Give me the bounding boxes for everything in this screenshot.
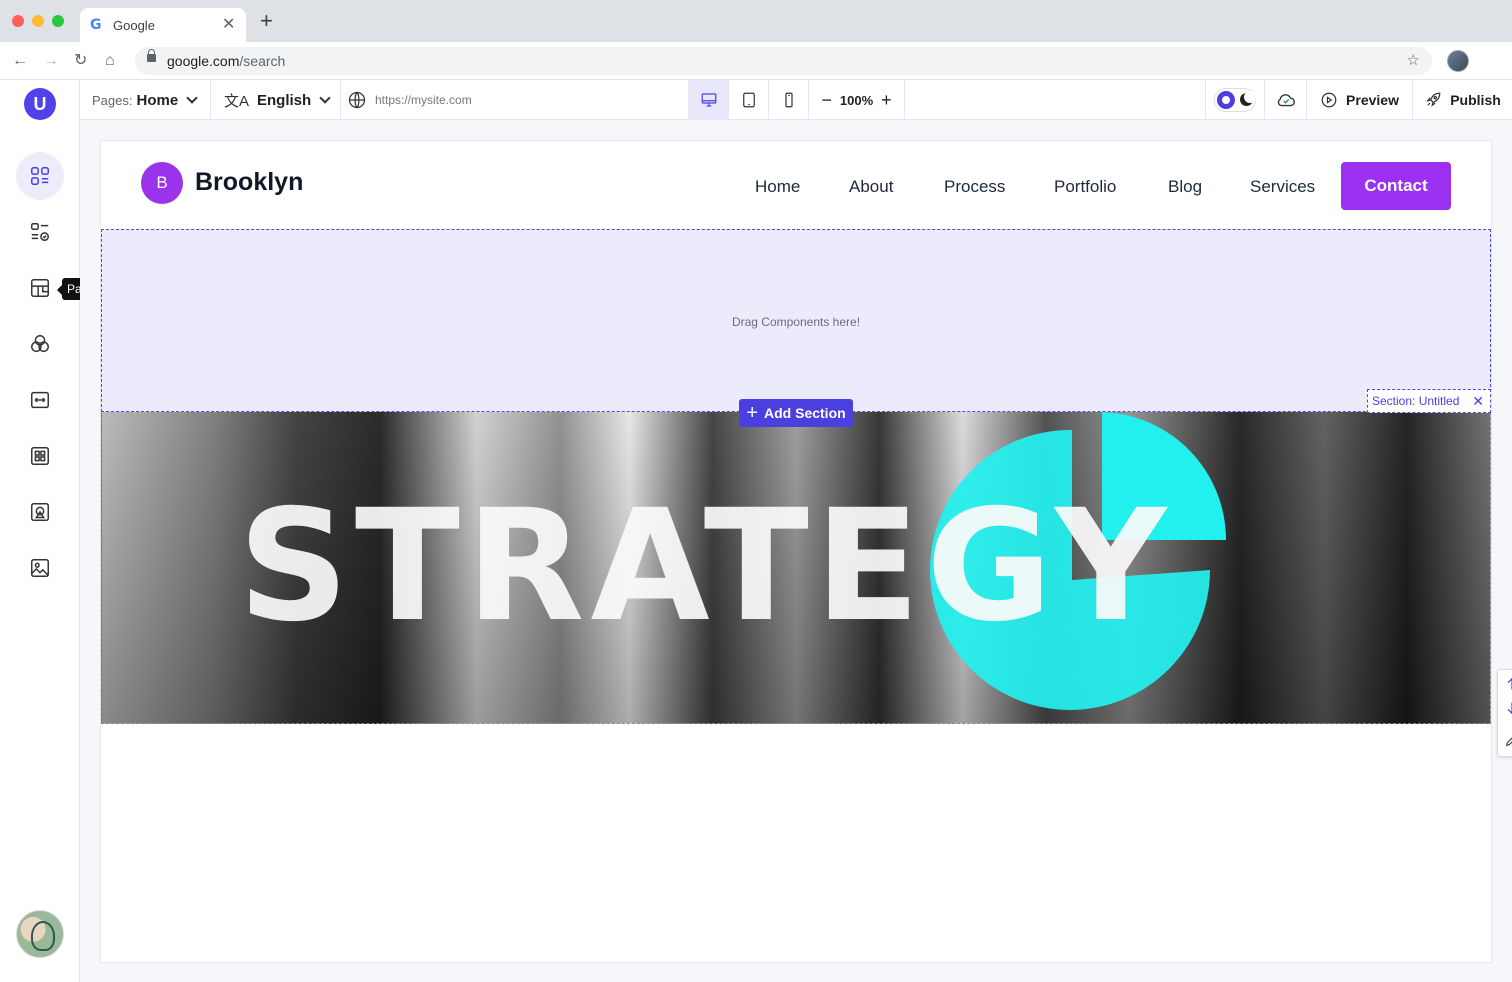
reload-icon[interactable]: ↻ bbox=[74, 51, 87, 71]
site-name[interactable]: Brooklyn bbox=[195, 168, 303, 197]
mobile-icon bbox=[784, 92, 793, 108]
nav-link-portfolio[interactable]: Portfolio bbox=[1054, 177, 1116, 197]
maximize-window-button[interactable] bbox=[52, 15, 64, 27]
widgets-icon bbox=[31, 447, 49, 465]
drop-zone-text: Drag Components here! bbox=[731, 315, 861, 329]
editor-toolbar: Pages: Home 文A English https://mysite.co… bbox=[80, 80, 1512, 120]
lock-icon bbox=[147, 49, 156, 62]
components-icon bbox=[31, 223, 49, 241]
pages-dropdown[interactable]: Pages: Home bbox=[80, 80, 211, 120]
browser-profile-avatar[interactable] bbox=[1447, 50, 1469, 72]
language-dropdown[interactable]: 文A English bbox=[211, 80, 341, 120]
publish-button[interactable]: Publish bbox=[1413, 80, 1512, 120]
minimize-window-button[interactable] bbox=[32, 15, 44, 27]
url-input[interactable]: google.com/search ☆ bbox=[135, 47, 1432, 75]
move-down-icon[interactable] bbox=[1504, 700, 1512, 716]
cloud-check-icon bbox=[1277, 94, 1295, 107]
close-tab-icon[interactable]: ✕ bbox=[222, 14, 235, 34]
page-canvas: B Brooklyn Home About Process Portfolio … bbox=[100, 140, 1512, 963]
back-icon[interactable]: ← bbox=[12, 51, 28, 71]
tablet-view-button[interactable] bbox=[729, 80, 769, 120]
nav-link-home[interactable]: Home bbox=[755, 177, 800, 197]
components-button[interactable] bbox=[16, 208, 64, 256]
section-side-toolbar bbox=[1497, 669, 1512, 757]
globe-icon bbox=[348, 91, 366, 109]
rocket-icon bbox=[1426, 92, 1441, 107]
contact-button[interactable]: Contact bbox=[1341, 162, 1451, 210]
spacing-button[interactable] bbox=[16, 376, 64, 424]
add-section-button[interactable]: + Add Section bbox=[739, 399, 853, 427]
media-shapes-button[interactable] bbox=[16, 488, 64, 536]
new-tab-icon[interactable]: + bbox=[260, 10, 273, 32]
zoom-control: − 100% + bbox=[809, 80, 905, 120]
zoom-value: 100% bbox=[839, 92, 874, 108]
publish-label: Publish bbox=[1450, 92, 1501, 108]
browser-tab-strip: G Google ✕ + bbox=[0, 0, 1512, 42]
site-url-field[interactable]: https://mysite.com bbox=[341, 80, 689, 120]
browser-tab[interactable]: G Google ✕ bbox=[80, 8, 246, 42]
tablet-icon bbox=[742, 92, 755, 108]
move-up-icon[interactable] bbox=[1504, 676, 1512, 692]
address-bar-row: ← → ↻ ⌂ google.com/search ☆ ⋮ bbox=[0, 42, 1512, 112]
home-icon[interactable]: ⌂ bbox=[105, 51, 115, 71]
tab-title: Google bbox=[113, 18, 155, 33]
add-section-label: Add Section bbox=[764, 405, 846, 421]
zoom-in-icon[interactable]: + bbox=[881, 90, 892, 111]
chevron-down-icon bbox=[186, 92, 198, 104]
site-url-text: https://mysite.com bbox=[375, 93, 472, 107]
chevron-down-icon bbox=[319, 92, 331, 104]
section-label-text: Section: Untitled bbox=[1372, 394, 1460, 408]
spacing-icon bbox=[31, 391, 49, 409]
hero-heading: STRATEGY bbox=[238, 477, 1173, 656]
nav-link-services[interactable]: Services bbox=[1250, 177, 1315, 197]
section-label-tag[interactable]: Section: Untitled ✕ bbox=[1367, 389, 1491, 413]
editor-workspace: B Brooklyn Home About Process Portfolio … bbox=[80, 120, 1512, 982]
pages-dropdown-label: Pages: bbox=[92, 92, 133, 108]
editor-sidebar: U Pages bbox=[0, 80, 107, 982]
styles-button[interactable] bbox=[16, 320, 64, 368]
bookmark-star-icon[interactable]: ☆ bbox=[1407, 51, 1420, 69]
preview-label: Preview bbox=[1346, 92, 1399, 108]
desktop-icon bbox=[701, 93, 716, 107]
play-circle-icon bbox=[1321, 92, 1337, 108]
forward-icon[interactable]: → bbox=[43, 51, 59, 71]
preview-button[interactable]: Preview bbox=[1307, 80, 1413, 120]
dashboard-icon bbox=[31, 167, 49, 185]
pages-icon bbox=[31, 279, 49, 297]
theme-toggle[interactable] bbox=[1205, 80, 1265, 120]
plus-icon: + bbox=[746, 402, 758, 424]
media-shapes-icon bbox=[31, 503, 49, 521]
app-logo[interactable]: U bbox=[24, 88, 56, 120]
image-button[interactable] bbox=[16, 544, 64, 592]
component-drop-zone[interactable]: Drag Components here! bbox=[101, 229, 1491, 412]
close-window-button[interactable] bbox=[12, 15, 24, 27]
image-icon bbox=[31, 559, 49, 577]
edit-pencil-icon[interactable] bbox=[1504, 732, 1512, 748]
url-text: google.com/search bbox=[167, 53, 286, 69]
user-avatar[interactable] bbox=[16, 910, 64, 958]
nav-link-about[interactable]: About bbox=[849, 177, 893, 197]
site-logo[interactable]: B bbox=[141, 162, 183, 204]
close-icon[interactable]: ✕ bbox=[1472, 390, 1484, 412]
hero-image-section[interactable]: STRATEGY bbox=[101, 412, 1491, 724]
cloud-save-button[interactable] bbox=[1265, 80, 1307, 120]
google-favicon-icon: G bbox=[90, 17, 102, 33]
desktop-view-button[interactable] bbox=[689, 80, 729, 120]
nav-link-process[interactable]: Process bbox=[944, 177, 1005, 197]
dashboard-button[interactable] bbox=[16, 152, 64, 200]
mobile-view-button[interactable] bbox=[769, 80, 809, 120]
styles-icon bbox=[31, 335, 49, 353]
translate-icon: 文A bbox=[224, 92, 250, 110]
pages-dropdown-value: Home bbox=[136, 91, 179, 109]
language-value: English bbox=[257, 91, 312, 109]
zoom-out-icon[interactable]: − bbox=[821, 90, 832, 111]
nav-link-blog[interactable]: Blog bbox=[1168, 177, 1202, 197]
widgets-button[interactable] bbox=[16, 432, 64, 480]
